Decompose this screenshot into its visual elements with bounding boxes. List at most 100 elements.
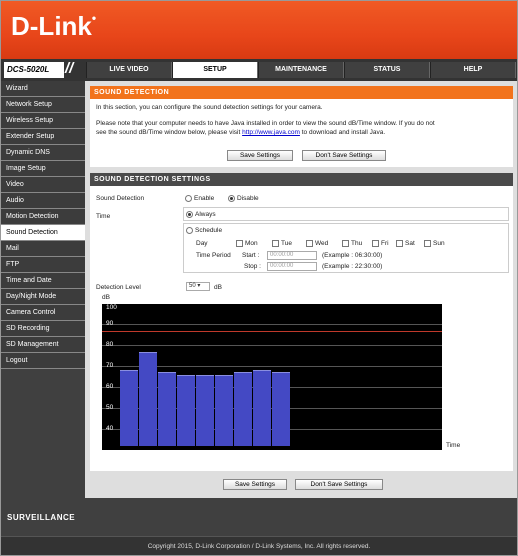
checkbox-icon — [424, 240, 431, 247]
stop-label: Stop : — [244, 263, 261, 270]
save-settings-button-bottom[interactable]: Save Settings — [223, 479, 287, 490]
footer: SURVEILLANCE — [1, 498, 517, 536]
y-tick: 70 — [106, 362, 114, 369]
intro-panel: SOUND DETECTION In this section, you can… — [90, 86, 513, 167]
threshold-line — [102, 331, 442, 332]
y-tick: 80 — [106, 341, 114, 348]
sidebar-item-sd-management[interactable]: SD Management — [1, 337, 85, 353]
sidebar-item-image-setup[interactable]: Image Setup — [1, 161, 85, 177]
disable-radio[interactable]: Disable — [228, 195, 259, 202]
sidebar-item-camera-control[interactable]: Camera Control — [1, 305, 85, 321]
chart-bar — [272, 372, 290, 446]
sidebar-item-ftp[interactable]: FTP — [1, 257, 85, 273]
sidebar-item-extender-setup[interactable]: Extender Setup — [1, 129, 85, 145]
sidebar-item-time-and-date[interactable]: Time and Date — [1, 273, 85, 289]
tab-maintenance[interactable]: MAINTENANCE — [258, 62, 344, 78]
chart-bar — [120, 370, 138, 446]
schedule-radio[interactable]: Schedule — [186, 227, 222, 234]
chevron-down-icon: ▾ — [197, 283, 201, 289]
intro-text-3a: see the sound dB/Time window below, plea… — [96, 129, 241, 136]
java-link[interactable]: http://www.java.com — [242, 129, 300, 136]
day-mon-label: Mon — [245, 240, 258, 248]
sidebar-item-motion-detection[interactable]: Motion Detection — [1, 209, 85, 225]
detection-level-label: Detection Level — [96, 284, 141, 291]
radio-icon — [186, 227, 193, 234]
dlink-logo: D-Link• — [11, 11, 97, 41]
day-mon-checkbox[interactable]: Mon — [236, 240, 258, 247]
intro-text-1: In this section, you can configure the s… — [96, 104, 323, 111]
sidebar-item-audio[interactable]: Audio — [1, 193, 85, 209]
nav-tabs: LIVE VIDEO SETUP MAINTENANCE STATUS HELP — [86, 62, 516, 78]
chart-bar — [234, 372, 252, 446]
dont-save-settings-button[interactable]: Don't Save Settings — [302, 150, 386, 161]
tab-live-video[interactable]: LIVE VIDEO — [86, 62, 172, 78]
sound-detection-label: Sound Detection — [96, 195, 145, 202]
sidebar-item-sd-recording[interactable]: SD Recording — [1, 321, 85, 337]
start-example: (Example : 06:30:00) — [322, 252, 383, 259]
tab-help[interactable]: HELP — [430, 62, 516, 78]
schedule-radio-label: Schedule — [195, 227, 223, 235]
stop-example: (Example : 22:30:00) — [322, 263, 383, 270]
stop-time-input[interactable]: 00:00:00 — [267, 262, 317, 271]
tab-status[interactable]: STATUS — [344, 62, 430, 78]
chart-bar — [158, 372, 176, 446]
day-thu-label: Thu — [351, 240, 363, 248]
day-label: Day — [196, 240, 208, 247]
gridline — [102, 324, 442, 325]
day-fri-checkbox[interactable]: Fri — [372, 240, 389, 247]
radio-selected-icon — [186, 211, 193, 218]
copyright: Copyright 2015, D-Link Corporation / D-L… — [1, 536, 517, 555]
settings-panel: SOUND DETECTION SETTINGS Sound Detection… — [90, 173, 513, 471]
day-wed-checkbox[interactable]: Wed — [306, 240, 328, 247]
disable-radio-label: Disable — [237, 195, 259, 203]
gridline — [102, 345, 442, 346]
intro-title: SOUND DETECTION — [90, 86, 513, 99]
day-sun-checkbox[interactable]: Sun — [424, 240, 445, 247]
enable-radio[interactable]: Enable — [185, 195, 214, 202]
sidebar-item-wizard[interactable]: Wizard — [1, 81, 85, 97]
intro-text-2: Please note that your computer needs to … — [96, 120, 435, 127]
settings-title: SOUND DETECTION SETTINGS — [90, 173, 513, 186]
day-thu-checkbox[interactable]: Thu — [342, 240, 362, 247]
radio-icon — [185, 195, 192, 202]
sidebar-item-wireless-setup[interactable]: Wireless Setup — [1, 113, 85, 129]
radio-selected-icon — [228, 195, 235, 202]
time-label: Time — [96, 213, 111, 220]
chart-bar — [253, 370, 271, 446]
chart-bar — [139, 351, 157, 446]
surveillance-brand: SURVEILLANCE — [7, 513, 76, 522]
sidebar-item-dynamic-dns[interactable]: Dynamic DNS — [1, 145, 85, 161]
intro-text-3b: to download and install Java. — [301, 129, 386, 136]
always-radio-label: Always — [195, 211, 216, 219]
page: D-Link• DCS-5020L // LIVE VIDEO SETUP MA… — [0, 0, 518, 556]
day-sat-checkbox[interactable]: Sat — [396, 240, 415, 247]
checkbox-icon — [342, 240, 349, 247]
enable-radio-label: Enable — [194, 195, 215, 203]
chart-ylabel: dB — [102, 294, 110, 301]
intro-text-3: see the sound dB/Time window below, plea… — [96, 128, 385, 137]
sidebar-item-sound-detection[interactable]: Sound Detection — [1, 225, 85, 241]
chart-bar — [215, 374, 233, 446]
sidebar-item-day-night-mode[interactable]: Day/Night Mode — [1, 289, 85, 305]
start-label: Start : — [242, 252, 260, 259]
chart-xlabel: Time — [446, 442, 461, 449]
y-tick: 60 — [106, 383, 114, 390]
chart-bar — [196, 374, 214, 446]
y-tick: 90 — [106, 320, 114, 327]
day-wed-label: Wed — [315, 240, 329, 248]
always-radio[interactable]: Always — [186, 211, 216, 218]
sidebar-item-network-setup[interactable]: Network Setup — [1, 97, 85, 113]
day-tue-checkbox[interactable]: Tue — [272, 240, 292, 247]
checkbox-icon — [372, 240, 379, 247]
main-content: SOUND DETECTION In this section, you can… — [85, 81, 517, 498]
tab-setup[interactable]: SETUP — [172, 62, 258, 78]
save-settings-button[interactable]: Save Settings — [227, 150, 293, 161]
start-time-input[interactable]: 00:00:00 — [267, 251, 317, 260]
detection-level-unit: dB — [214, 284, 222, 291]
dont-save-settings-button-bottom[interactable]: Don't Save Settings — [295, 479, 383, 490]
detection-level-select[interactable]: 50 ▾ — [186, 282, 210, 291]
sidebar-item-mail[interactable]: Mail — [1, 241, 85, 257]
sidebar-item-logout[interactable]: Logout — [1, 353, 85, 369]
sidebar-item-video[interactable]: Video — [1, 177, 85, 193]
sidebar: Wizard Network Setup Wireless Setup Exte… — [1, 81, 85, 498]
